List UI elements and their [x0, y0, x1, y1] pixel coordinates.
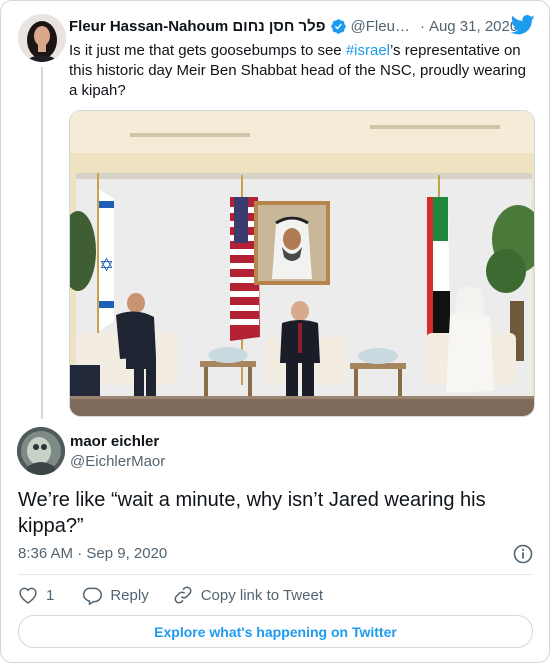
quoted-tweet-date[interactable]: Aug 31, 2020: [429, 18, 518, 35]
reply-icon: [83, 587, 103, 605]
like-count: 1: [46, 586, 55, 604]
heart-icon: [19, 587, 37, 604]
quoted-tweet-header: Fleur Hassan-Nahoum פלר חסן נחום @Fleu… …: [69, 15, 535, 37]
author-avatar[interactable]: [17, 427, 65, 475]
svg-text:✡: ✡: [99, 255, 114, 276]
twitter-bird-icon[interactable]: [511, 15, 535, 35]
explore-twitter-button[interactable]: Explore what's happening on Twitter: [18, 615, 533, 648]
reply-label: Reply: [110, 586, 149, 604]
tweet-photo[interactable]: ✡: [69, 110, 535, 417]
header-separator: ·: [419, 17, 425, 35]
hashtag-link[interactable]: #israel: [346, 42, 390, 59]
like-button[interactable]: 1: [18, 585, 54, 605]
tweet-actions: 1 Reply Copy link to Tweet: [18, 584, 323, 606]
author-name[interactable]: maor eichler: [70, 433, 159, 450]
copy-link-button[interactable]: Copy link to Tweet: [173, 585, 323, 605]
quoted-author-handle[interactable]: @Fleu…: [351, 18, 410, 35]
tweet-text: We’re like “wait a minute, why isn’t Jar…: [18, 489, 486, 537]
copy-link-label: Copy link to Tweet: [200, 586, 323, 604]
quoted-author-avatar[interactable]: [18, 14, 66, 62]
tweet-timestamp[interactable]: 8:36 AM · Sep 9, 2020: [18, 545, 167, 562]
info-icon[interactable]: [513, 544, 533, 564]
reply-button[interactable]: Reply: [82, 585, 149, 605]
tweet-embed-card: Fleur Hassan-Nahoum פלר חסן נחום @Fleu… …: [0, 0, 550, 663]
link-icon: [174, 586, 192, 604]
author-handle[interactable]: @EichlerMaor: [70, 453, 165, 470]
quoted-tweet-text: Is it just me that gets goosebumps to se…: [69, 41, 533, 101]
actions-divider: [18, 574, 533, 575]
verified-badge-icon: [330, 18, 346, 34]
quoted-author-name[interactable]: Fleur Hassan-Nahoum פלר חסן נחום: [69, 18, 326, 35]
quoted-text-part1: Is it just me that gets goosebumps to se…: [69, 42, 346, 59]
thread-connector-line: [41, 67, 43, 419]
